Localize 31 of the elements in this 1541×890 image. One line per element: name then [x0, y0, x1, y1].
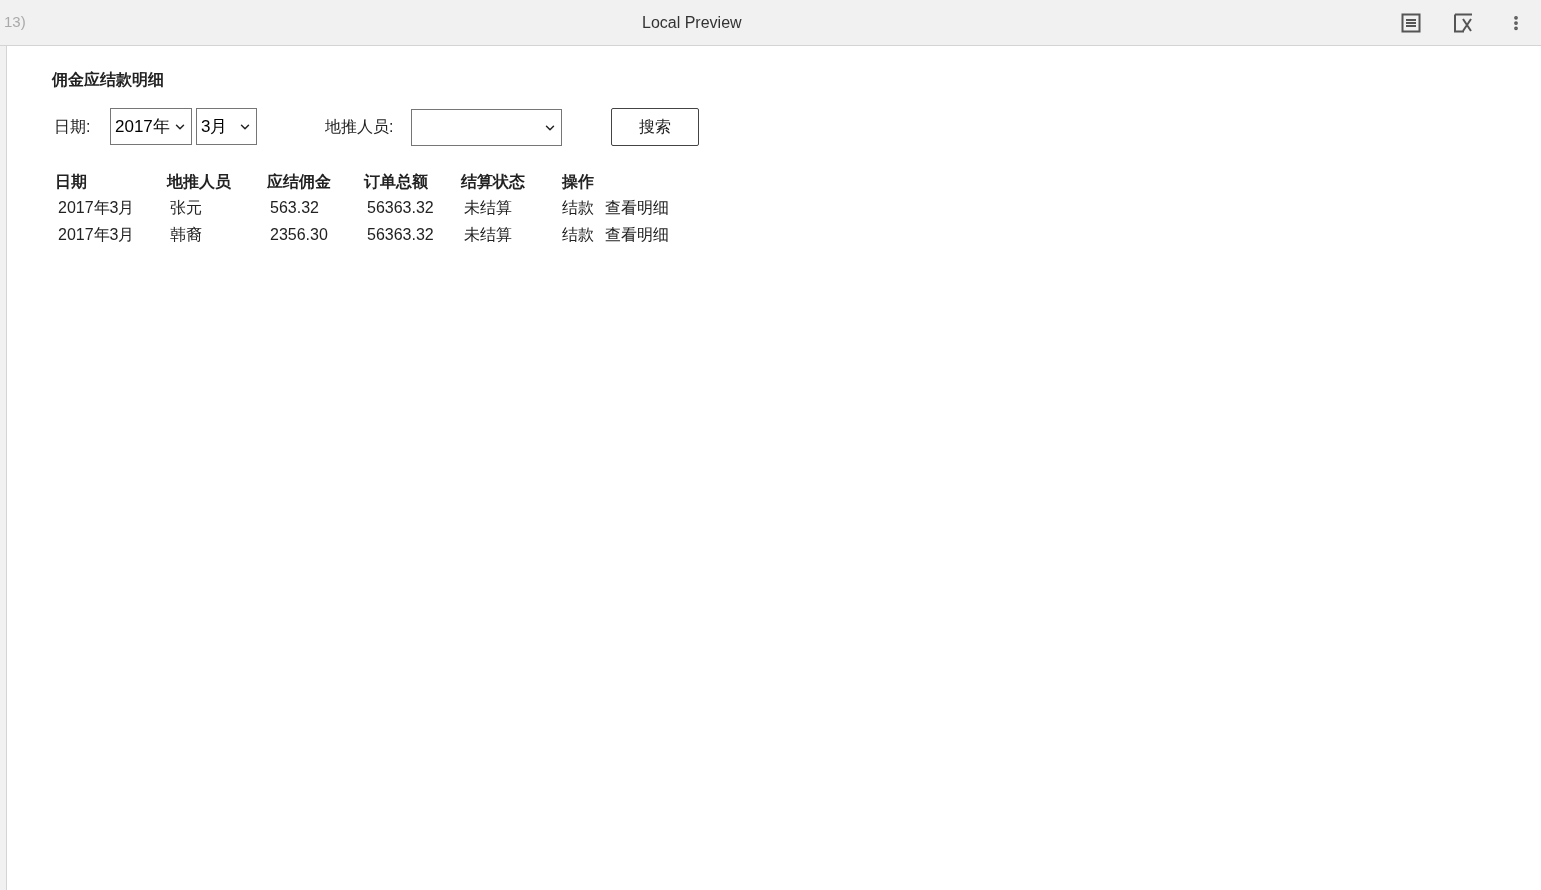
document-icon[interactable] — [1401, 12, 1421, 33]
formula-icon[interactable] — [1453, 12, 1475, 33]
action-link[interactable]: 查看明细 — [605, 222, 669, 247]
year-select[interactable]: 2017年 — [110, 108, 192, 145]
table-cell: 2017年3月 — [58, 225, 135, 243]
column-header: 日期 — [55, 173, 87, 190]
tab-title-fragment: 13) — [4, 12, 26, 33]
action-link[interactable]: 结款 — [562, 222, 594, 247]
action-link[interactable]: 结款 — [562, 195, 594, 220]
table-cell: 56363.32 — [367, 198, 434, 216]
person-select[interactable] — [411, 109, 562, 146]
table-cell: 2017年3月 — [58, 198, 135, 216]
column-header: 应结佣金 — [267, 173, 331, 190]
month-select[interactable]: 3月 — [196, 108, 257, 145]
column-header: 地推人员 — [167, 173, 231, 190]
search-button[interactable]: 搜索 — [611, 107, 699, 146]
column-header: 订单总额 — [364, 173, 428, 190]
table-cell: 56363.32 — [367, 225, 434, 243]
action-link[interactable]: 查看明细 — [605, 195, 669, 220]
table-cell: 563.32 — [270, 198, 319, 216]
table-cell: 2356.30 — [270, 225, 328, 243]
person-label: 地推人员: — [325, 116, 395, 137]
column-header: 操作 — [562, 173, 594, 190]
table-cell: 未结算 — [464, 225, 512, 243]
table-cell: 未结算 — [464, 198, 512, 216]
date-label: 日期: — [54, 116, 92, 137]
table-cell: 韩裔 — [170, 225, 202, 243]
column-header: 结算状态 — [461, 173, 525, 190]
table-cell: 张元 — [170, 198, 202, 216]
window-title: Local Preview — [642, 12, 742, 33]
page-heading: 佣金应结款明细 — [52, 70, 165, 90]
